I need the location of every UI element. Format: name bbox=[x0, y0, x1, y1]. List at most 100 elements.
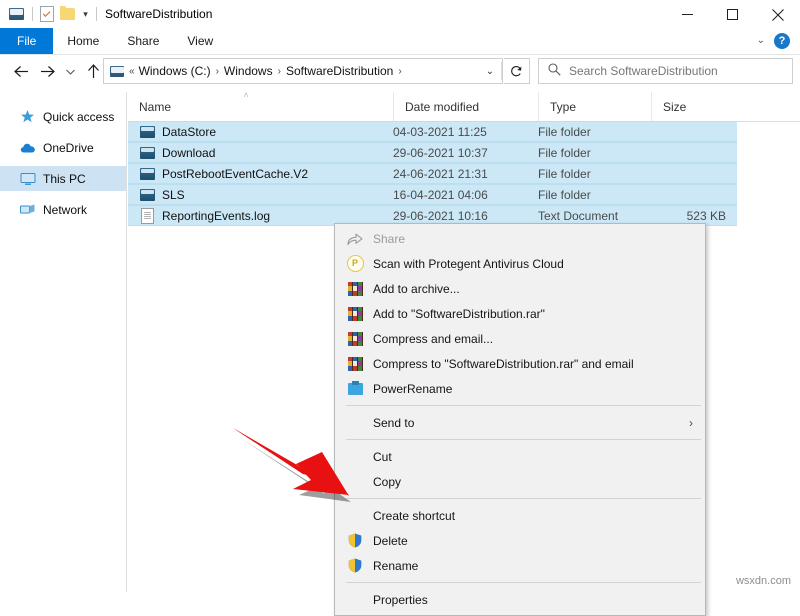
chevron-down-icon[interactable]: ⌄ bbox=[757, 36, 765, 46]
context-menu-item-properties[interactable]: Properties bbox=[335, 587, 705, 612]
table-row[interactable]: DataStore 04-03-2021 11:25 File folder bbox=[128, 121, 737, 142]
context-menu-item-copy[interactable]: Copy bbox=[335, 469, 705, 494]
file-type-cell: File folder bbox=[538, 146, 651, 160]
breadcrumb-separator-2[interactable]: › bbox=[278, 66, 281, 77]
new-folder-icon[interactable] bbox=[58, 5, 77, 24]
column-header-type[interactable]: Type bbox=[538, 92, 651, 121]
properties-icon[interactable] bbox=[37, 5, 56, 24]
watermark: wsxdn.com bbox=[736, 575, 791, 587]
context-menu-item-compress-and-email[interactable]: Compress and email... bbox=[335, 326, 705, 351]
context-menu-item-powerrename[interactable]: PowerRename bbox=[335, 376, 705, 401]
table-row[interactable]: PostRebootEventCache.V2 24-06-2021 21:31… bbox=[128, 163, 737, 184]
file-name-label: ReportingEvents.log bbox=[162, 209, 270, 223]
protegent-icon: P bbox=[346, 255, 364, 273]
context-menu-item-delete[interactable]: Delete bbox=[335, 528, 705, 553]
column-header-date-label: Date modified bbox=[405, 100, 479, 114]
file-type-cell: Text Document bbox=[538, 209, 651, 223]
powerrename-icon bbox=[346, 380, 364, 398]
column-header-name-label: Name bbox=[139, 100, 171, 114]
search-input[interactable]: Search SoftwareDistribution bbox=[538, 58, 793, 84]
uac-shield-icon bbox=[346, 532, 364, 550]
table-row[interactable]: Download 29-06-2021 10:37 File folder bbox=[128, 142, 737, 163]
star-icon bbox=[19, 108, 36, 125]
tab-home[interactable]: Home bbox=[53, 28, 113, 54]
maximize-button[interactable] bbox=[710, 0, 755, 29]
context-menu-separator bbox=[346, 498, 701, 499]
context-menu: Share P Scan with Protegent Antivirus Cl… bbox=[334, 223, 706, 616]
column-header-date-modified[interactable]: Date modified bbox=[393, 92, 538, 121]
context-menu-item-cut[interactable]: Cut bbox=[335, 444, 705, 469]
ribbon-tab-bar: File Home Share View bbox=[0, 28, 800, 55]
qat-divider bbox=[32, 7, 33, 21]
minimize-button[interactable] bbox=[665, 0, 710, 29]
window-controls bbox=[665, 0, 800, 29]
explorer-icon[interactable] bbox=[7, 5, 26, 24]
file-name-cell: ReportingEvents.log bbox=[128, 208, 393, 224]
share-icon bbox=[346, 230, 364, 248]
file-date-cell: 04-03-2021 11:25 bbox=[393, 125, 538, 139]
column-header-name[interactable]: Name ˄ bbox=[128, 92, 393, 121]
context-menu-item-share[interactable]: Share bbox=[335, 226, 705, 251]
recent-locations-button[interactable] bbox=[60, 59, 80, 85]
context-menu-item-create-shortcut[interactable]: Create shortcut bbox=[335, 503, 705, 528]
tab-file[interactable]: File bbox=[0, 28, 53, 54]
no-icon bbox=[346, 507, 364, 525]
breadcrumb-separator-1[interactable]: › bbox=[216, 66, 219, 77]
file-name-cell: SLS bbox=[128, 187, 393, 203]
quick-access-toolbar: ▾ SoftwareDistribution bbox=[0, 0, 212, 28]
file-name-label: SLS bbox=[162, 188, 185, 202]
text-document-icon bbox=[139, 208, 155, 224]
sidebar-item-network[interactable]: Network bbox=[0, 197, 126, 222]
close-button[interactable] bbox=[755, 0, 800, 29]
tab-view[interactable]: View bbox=[173, 28, 227, 54]
context-menu-item-rename[interactable]: Rename bbox=[335, 553, 705, 578]
context-menu-label: Cut bbox=[373, 450, 392, 464]
context-menu-item-add-to-rar[interactable]: Add to "SoftwareDistribution.rar" bbox=[335, 301, 705, 326]
folder-icon bbox=[109, 63, 125, 79]
breadcrumb-windows[interactable]: Windows bbox=[224, 64, 273, 78]
file-date-cell: 16-04-2021 04:06 bbox=[393, 188, 538, 202]
address-overflow-icon[interactable]: « bbox=[129, 66, 135, 77]
breadcrumb-windows-c[interactable]: Windows (C:) bbox=[139, 64, 211, 78]
address-divider bbox=[501, 62, 502, 80]
context-menu-label: PowerRename bbox=[373, 382, 452, 396]
context-menu-label: Scan with Protegent Antivirus Cloud bbox=[373, 257, 564, 271]
address-dropdown-icon[interactable]: ⌄ bbox=[479, 66, 501, 77]
context-menu-separator bbox=[346, 405, 701, 406]
tab-share[interactable]: Share bbox=[113, 28, 173, 54]
context-menu-label: Compress to "SoftwareDistribution.rar" a… bbox=[373, 357, 634, 371]
context-menu-label: Add to "SoftwareDistribution.rar" bbox=[373, 307, 545, 321]
forward-button[interactable] bbox=[34, 59, 60, 85]
winrar-icon bbox=[346, 355, 364, 373]
help-icon[interactable]: ? bbox=[774, 33, 790, 49]
refresh-button[interactable] bbox=[504, 58, 530, 84]
table-row[interactable]: SLS 16-04-2021 04:06 File folder bbox=[128, 184, 737, 205]
file-name-cell: Download bbox=[128, 145, 393, 161]
folder-icon bbox=[139, 166, 155, 182]
breadcrumb-separator-3[interactable]: › bbox=[398, 66, 401, 77]
ribbon-right-controls: ⌄ ? bbox=[757, 28, 796, 54]
context-menu-item-compress-to-rar-and-email[interactable]: Compress to "SoftwareDistribution.rar" a… bbox=[335, 351, 705, 376]
column-header-size[interactable]: Size bbox=[651, 92, 731, 121]
breadcrumb-softwaredistribution[interactable]: SoftwareDistribution bbox=[286, 64, 393, 78]
context-menu-item-scan-protegent[interactable]: P Scan with Protegent Antivirus Cloud bbox=[335, 251, 705, 276]
uac-shield-icon bbox=[346, 557, 364, 575]
sidebar-item-quick-access[interactable]: Quick access bbox=[0, 104, 126, 129]
file-date-cell: 24-06-2021 21:31 bbox=[393, 167, 538, 181]
monitor-icon bbox=[19, 170, 36, 187]
back-button[interactable] bbox=[8, 59, 34, 85]
context-menu-item-send-to[interactable]: Send to › bbox=[335, 410, 705, 435]
address-bar-right: ⌄ bbox=[479, 59, 502, 83]
context-menu-item-add-to-archive[interactable]: Add to archive... bbox=[335, 276, 705, 301]
column-header-type-label: Type bbox=[550, 100, 576, 114]
context-menu-label: Properties bbox=[373, 593, 428, 607]
file-date-cell: 29-06-2021 10:16 bbox=[393, 209, 538, 223]
chevron-right-icon: › bbox=[689, 417, 693, 429]
sidebar-item-onedrive[interactable]: OneDrive bbox=[0, 135, 126, 160]
sidebar-item-this-pc[interactable]: This PC bbox=[0, 166, 126, 191]
address-bar[interactable]: « Windows (C:) › Windows › SoftwareDistr… bbox=[103, 58, 503, 84]
search-icon bbox=[548, 63, 561, 79]
file-date-cell: 29-06-2021 10:37 bbox=[393, 146, 538, 160]
no-icon bbox=[346, 591, 364, 609]
customize-chevron-icon[interactable]: ▾ bbox=[79, 10, 92, 19]
